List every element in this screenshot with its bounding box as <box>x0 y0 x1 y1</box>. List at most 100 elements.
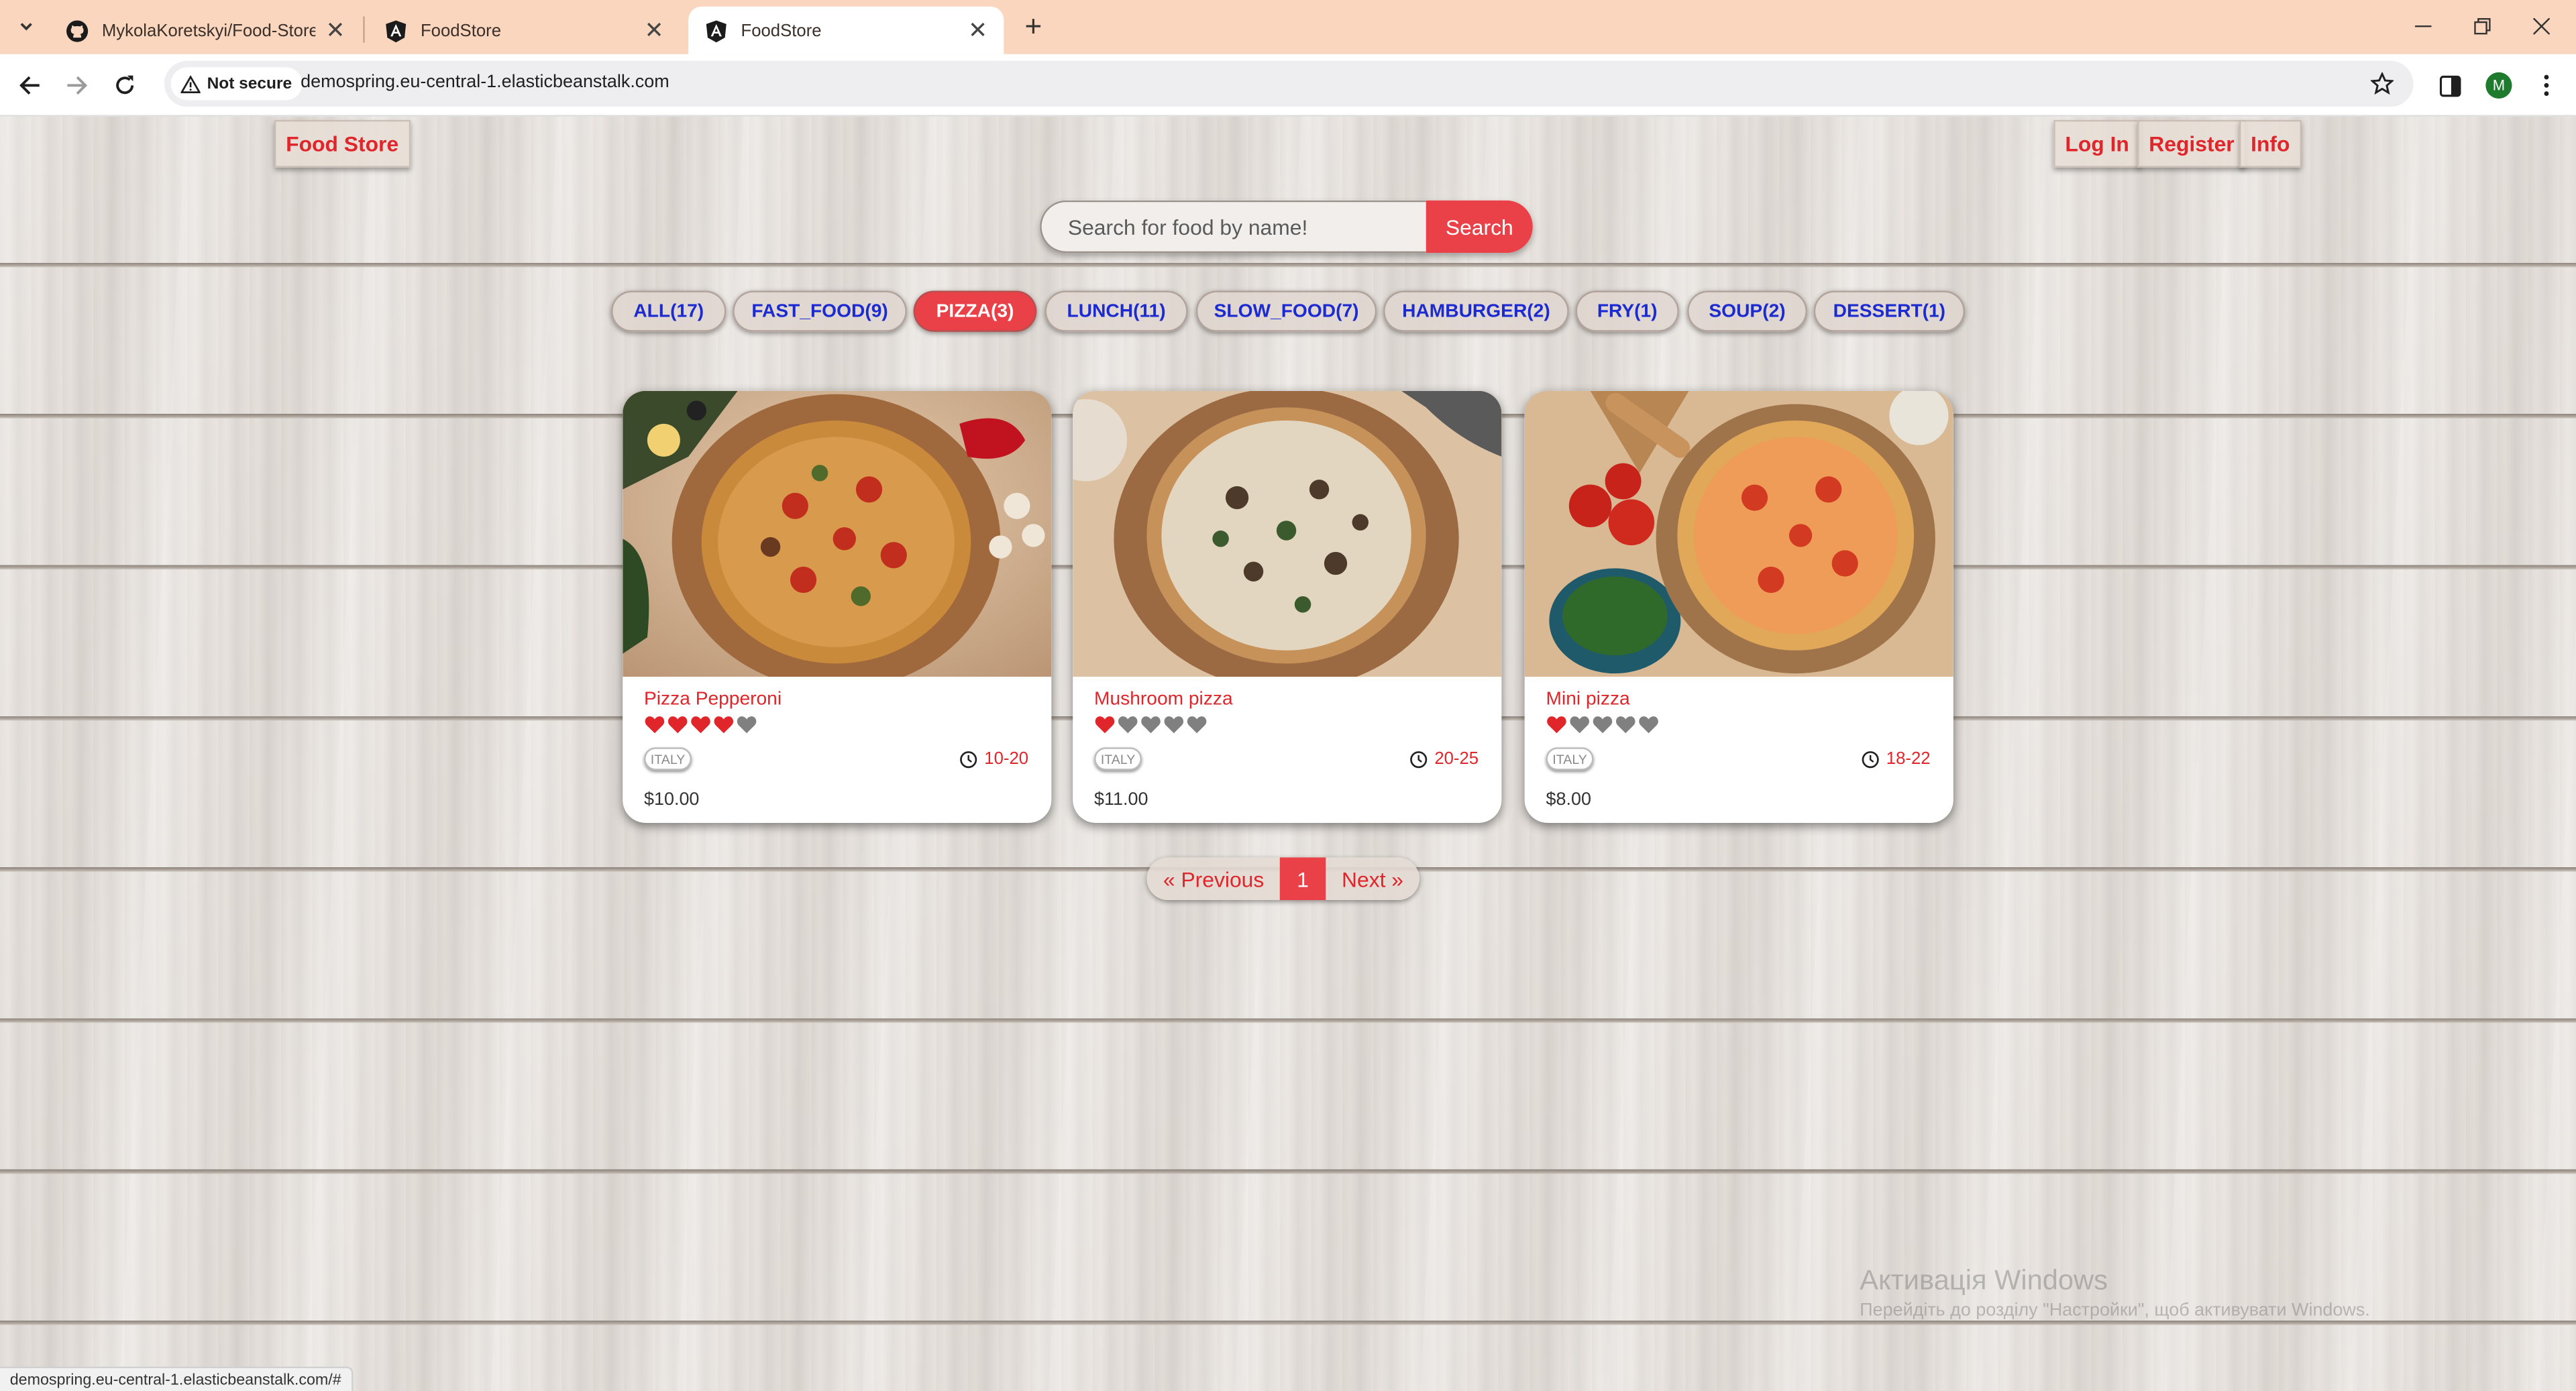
tag-all[interactable]: ALL(17) <box>611 290 727 332</box>
heart-filled-icon <box>1547 716 1566 734</box>
chevron-down-icon <box>20 23 32 31</box>
pagination: « Previous 1 Next » <box>1146 857 1420 901</box>
security-label: Not secure <box>207 74 292 93</box>
more-menu-icon[interactable] <box>2530 69 2563 102</box>
heart-filled-icon <box>667 716 688 734</box>
search-button[interactable]: Search <box>1426 200 1533 254</box>
tag-filter-bar: ALL(17) FAST_FOOD(9) PIZZA(3) LUNCH(11) … <box>0 290 2576 333</box>
new-tab-plus-icon[interactable]: + <box>1017 10 1050 43</box>
heart-filled-icon <box>645 716 665 734</box>
tag-hamburger[interactable]: HAMBURGER(2) <box>1383 290 1569 332</box>
food-image-pizza-pepperoni[interactable] <box>623 390 1052 677</box>
tag-pizza[interactable]: PIZZA(3) <box>913 290 1037 332</box>
clock-icon <box>960 750 977 768</box>
page-number-button[interactable]: 1 <box>1280 857 1326 901</box>
profile-avatar[interactable]: M <box>2482 69 2515 102</box>
previous-page-button[interactable]: « Previous <box>1146 857 1280 900</box>
food-price: $8.00 <box>1546 789 1591 810</box>
close-tab-icon[interactable]: ✕ <box>968 16 987 44</box>
next-page-button[interactable]: Next » <box>1326 857 1420 900</box>
cook-time: 18-22 <box>1862 747 1931 770</box>
url-text[interactable]: demospring.eu-central-1.elasticbeanstalk… <box>301 72 669 92</box>
windows-activation-watermark: Активація Windows Перейдіть до розділу "… <box>1860 1265 2370 1321</box>
heart-empty-icon <box>1616 716 1635 734</box>
register-link[interactable]: Register <box>2137 119 2246 168</box>
forward-arrow-icon[interactable] <box>61 69 94 102</box>
close-window-icon[interactable] <box>2525 10 2558 43</box>
profile-initial: M <box>2485 72 2512 99</box>
heart-empty-icon <box>1164 716 1184 734</box>
clock-icon <box>1862 750 1880 768</box>
reload-icon[interactable] <box>109 69 142 102</box>
food-price: $10.00 <box>644 789 700 810</box>
tag-soup[interactable]: SOUP(2) <box>1687 290 1807 332</box>
food-name: Pizza Pepperoni <box>644 689 782 710</box>
tag-slow-food[interactable]: SLOW_FOOD(7) <box>1195 290 1377 332</box>
clock-icon <box>1410 750 1428 768</box>
heart-filled-icon <box>1095 716 1115 734</box>
heart-empty-icon <box>737 716 757 734</box>
angular-icon <box>705 19 728 42</box>
tab-title: MykolaKoretskyi/Food-Store: D <box>101 20 316 41</box>
watermark-title: Активація Windows <box>1860 1264 2108 1296</box>
cook-time-value: 20-25 <box>1434 748 1479 769</box>
search-input[interactable] <box>1040 200 1426 254</box>
minimize-icon[interactable] <box>2407 10 2440 43</box>
tab-title: FoodStore <box>420 20 502 41</box>
tab-search-button[interactable] <box>10 11 43 41</box>
login-link[interactable]: Log In <box>2053 119 2141 168</box>
origin-tag[interactable]: ITALY <box>1094 747 1142 770</box>
tag-dessert[interactable]: DESSERT(1) <box>1813 290 1966 332</box>
tab-foodstore-1[interactable]: FoodStore ✕ <box>368 7 680 54</box>
cook-time-value: 10-20 <box>984 748 1029 769</box>
watermark-subtitle: Перейдіть до розділу "Настройки", щоб ак… <box>1860 1300 2370 1321</box>
address-bar[interactable]: Not secure demospring.eu-central-1.elast… <box>164 60 2414 107</box>
tab-divider <box>363 16 365 43</box>
tag-fast-food[interactable]: FAST_FOOD(9) <box>733 290 907 332</box>
bookmark-star-icon[interactable] <box>2367 69 2397 99</box>
cook-time-value: 18-22 <box>1886 748 1931 769</box>
heart-empty-icon <box>1639 716 1658 734</box>
heart-empty-icon <box>1141 716 1161 734</box>
angular-icon <box>384 19 407 42</box>
back-arrow-icon[interactable] <box>13 69 46 102</box>
food-card[interactable]: Mini pizza ITALY 18-22 $8.00 <box>1524 390 1953 823</box>
cook-time: 20-25 <box>1410 747 1479 770</box>
restore-icon[interactable] <box>2466 10 2499 43</box>
rating-hearts <box>644 714 759 734</box>
browser-toolbar: Not secure demospring.eu-central-1.elast… <box>0 54 2576 117</box>
page-content: Food Store Log In Register Info Search A… <box>0 116 2576 1391</box>
food-image-mushroom-pizza[interactable] <box>1073 390 1502 677</box>
food-name: Mushroom pizza <box>1094 689 1233 710</box>
origin-tag[interactable]: ITALY <box>644 747 692 770</box>
github-icon <box>66 19 89 42</box>
tab-github[interactable]: MykolaKoretskyi/Food-Store: D ✕ <box>49 7 361 54</box>
search-bar: Search <box>1040 200 1533 254</box>
tag-lunch[interactable]: LUNCH(11) <box>1044 290 1188 332</box>
status-bar-url: demospring.eu-central-1.elasticbeanstalk… <box>0 1366 353 1391</box>
tab-bar: MykolaKoretskyi/Food-Store: D ✕ FoodStor… <box>0 0 2576 54</box>
close-tab-icon[interactable]: ✕ <box>326 16 345 44</box>
not-secure-chip[interactable]: Not secure <box>170 67 302 101</box>
side-panel-icon[interactable] <box>2433 69 2466 102</box>
food-card[interactable]: Mushroom pizza ITALY 20-25 $11.00 <box>1073 390 1502 823</box>
rating-hearts <box>1094 714 1209 734</box>
heart-empty-icon <box>1187 716 1207 734</box>
heart-filled-icon <box>714 716 734 734</box>
tab-foodstore-active[interactable]: FoodStore ✕ <box>688 6 1004 54</box>
warning-icon <box>180 74 201 93</box>
food-image-mini-pizza[interactable] <box>1524 390 1953 677</box>
tab-title: FoodStore <box>741 20 822 41</box>
origin-tag[interactable]: ITALY <box>1546 747 1594 770</box>
tag-fry[interactable]: FRY(1) <box>1575 290 1679 332</box>
info-link[interactable]: Info <box>2239 119 2302 168</box>
heart-empty-icon <box>1118 716 1138 734</box>
brand-link[interactable]: Food Store <box>274 119 411 168</box>
heart-empty-icon <box>1593 716 1613 734</box>
rating-hearts <box>1546 714 1661 734</box>
close-tab-icon[interactable]: ✕ <box>645 16 664 44</box>
food-name: Mini pizza <box>1546 689 1630 710</box>
heart-filled-icon <box>691 716 710 734</box>
cook-time: 10-20 <box>960 747 1029 770</box>
food-card[interactable]: Pizza Pepperoni ITALY 10-20 $10.00 <box>623 390 1052 823</box>
